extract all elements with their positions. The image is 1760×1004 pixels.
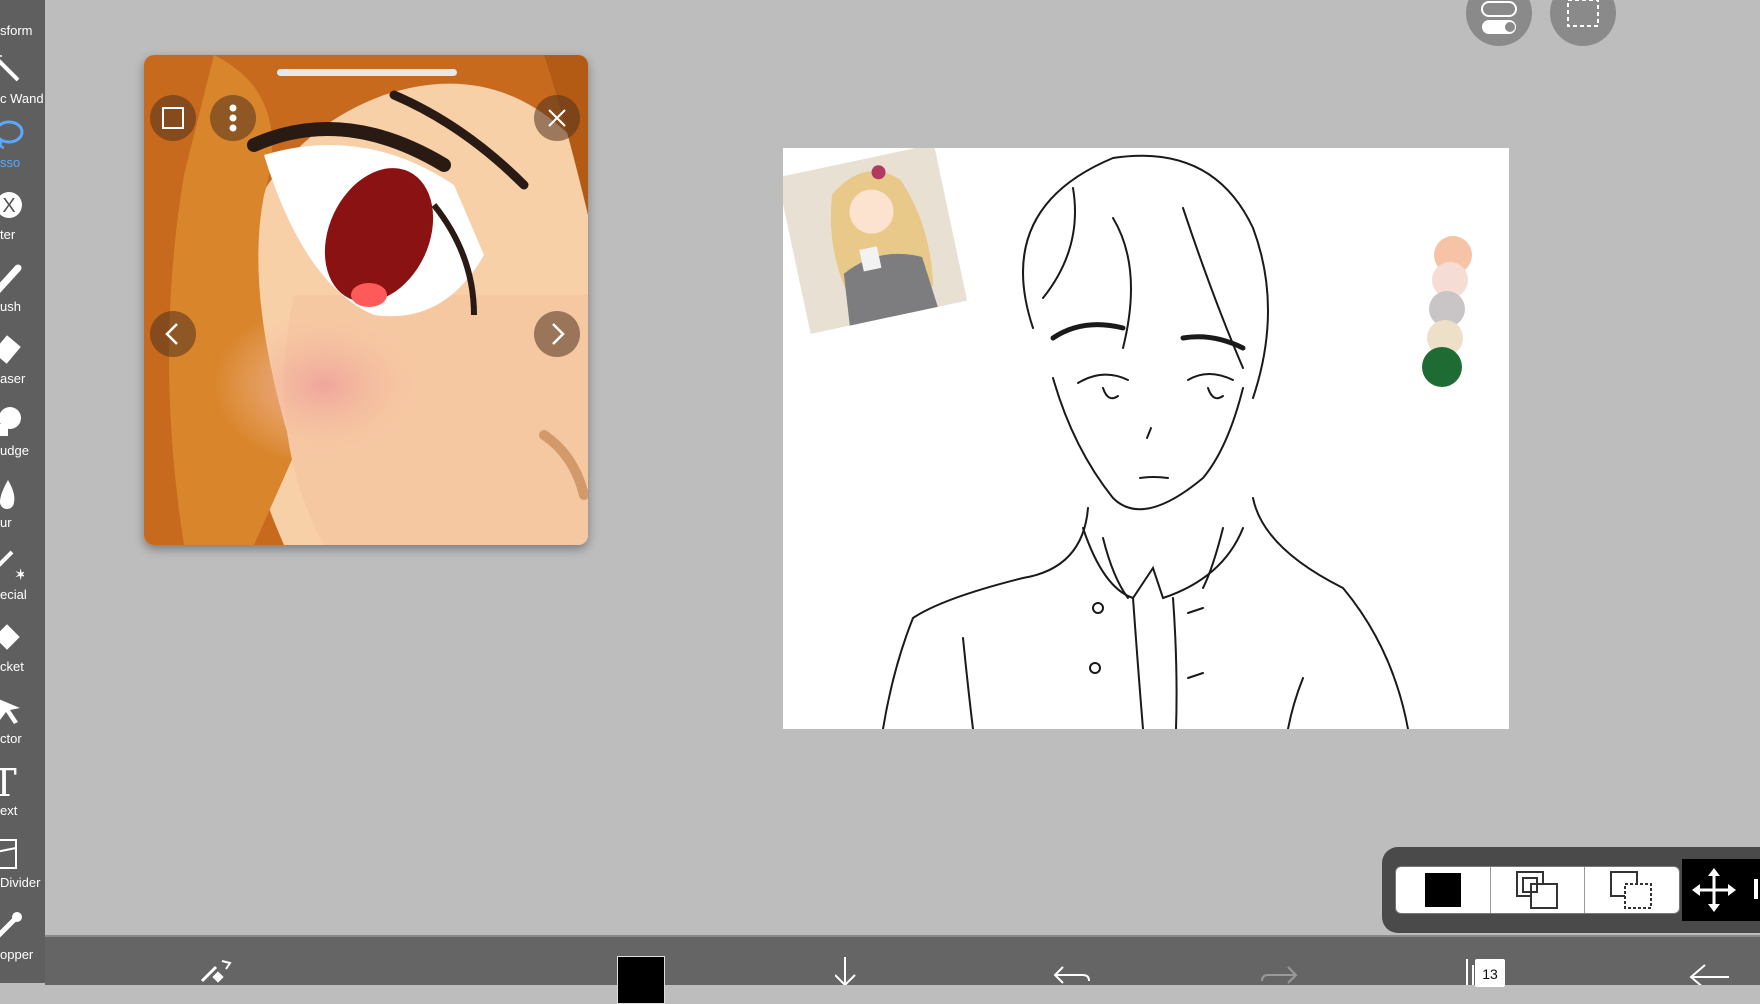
palette-dot-5: [1422, 347, 1462, 387]
mode-subtract-button[interactable]: [1584, 867, 1678, 913]
more-options-icon: [229, 104, 237, 132]
eraser-icon: [0, 335, 21, 364]
arrow-down-icon: [835, 957, 856, 985]
tool-label: ecial: [0, 587, 27, 602]
toggle-icon: [1481, 1, 1517, 34]
brush-settings-icon: [200, 960, 232, 983]
tool-bucket[interactable]: cket: [0, 618, 45, 690]
bottom-bar: 13: [45, 935, 1760, 1004]
back-button[interactable]: [1685, 937, 1745, 985]
tool-vector[interactable]: ctor: [0, 690, 45, 762]
close-button[interactable]: [534, 95, 580, 141]
svg-text:X: X: [2, 195, 15, 217]
tool-label: sform: [0, 23, 33, 38]
normal-mode-icon: [1425, 873, 1461, 907]
redo-button[interactable]: [1260, 937, 1320, 985]
tool-blur[interactable]: ur: [0, 474, 45, 546]
tool-eraser[interactable]: aser: [0, 330, 45, 402]
selection-toggle-button[interactable]: [1550, 0, 1616, 46]
pasted-reference-image: [783, 148, 968, 334]
color-swatch-button[interactable]: [617, 956, 665, 1004]
previous-button[interactable]: [150, 311, 196, 357]
undo-button[interactable]: [1047, 937, 1107, 985]
tool-label: aser: [0, 371, 26, 386]
tool-label: ter: [0, 227, 16, 242]
arrow-left-icon: [1689, 964, 1729, 985]
next-button[interactable]: [534, 311, 580, 357]
more-options-button[interactable]: [210, 95, 256, 141]
tool-label: opper: [0, 947, 34, 962]
svg-text:✶: ✶: [14, 565, 24, 582]
brush-settings-button[interactable]: [190, 937, 250, 985]
tool-filter[interactable]: X ter: [0, 186, 45, 258]
text-icon: T: [0, 766, 17, 798]
close-icon: [548, 109, 566, 127]
tool-transform[interactable]: sform: [0, 0, 45, 54]
tool-label: ext: [0, 803, 18, 818]
tool-label: ur: [0, 515, 12, 530]
canvas-artwork: [783, 148, 1472, 729]
toggle-button[interactable]: [1466, 0, 1532, 46]
lasso-icon: [0, 120, 24, 150]
vector-icon: [0, 699, 20, 724]
move-icon: [1692, 868, 1758, 912]
blur-icon: [0, 480, 15, 509]
frame-divider-icon: [0, 839, 17, 869]
smudge-icon: [0, 407, 21, 436]
special-icon: ✶: [0, 550, 24, 582]
move-button[interactable]: [1682, 859, 1760, 921]
tool-label: cket: [0, 659, 24, 674]
selection-mode-bar: [1382, 847, 1760, 933]
tool-smudge[interactable]: udge: [0, 402, 45, 474]
undo-icon: [1053, 966, 1090, 984]
eyedropper-icon: [0, 912, 22, 938]
tool-text[interactable]: T ext: [0, 762, 45, 834]
fit-icon: [162, 107, 184, 129]
next-icon: [552, 323, 565, 345]
subtract-mode-icon: [1610, 871, 1652, 909]
tool-eyedropper[interactable]: opper: [0, 906, 45, 978]
drag-handle[interactable]: [277, 69, 457, 76]
tool-label: ush: [0, 299, 21, 314]
add-mode-icon: [1516, 871, 1558, 909]
mode-add-button[interactable]: [1490, 867, 1585, 913]
tool-label: Divider: [0, 875, 41, 890]
magic-wand-icon: [0, 55, 20, 82]
tool-label: sso: [0, 155, 21, 170]
selection-icon: [1567, 0, 1599, 27]
fit-button[interactable]: [150, 95, 196, 141]
brush-icon: [0, 264, 22, 293]
tool-magic-wand[interactable]: c Wand: [0, 50, 45, 122]
mode-normal-button[interactable]: [1396, 867, 1491, 913]
left-toolbar: sform c Wand sso X ter ush aser udge ur …: [0, 0, 45, 983]
tool-brush[interactable]: ush: [0, 258, 45, 330]
mode-group: [1395, 866, 1680, 914]
redo-icon: [1261, 966, 1298, 984]
tool-lasso[interactable]: sso: [0, 114, 45, 186]
reference-viewer[interactable]: [144, 55, 588, 545]
tool-special[interactable]: ✶ ecial: [0, 546, 45, 618]
tool-label: c Wand: [0, 91, 44, 106]
drawing-canvas[interactable]: [783, 148, 1509, 729]
tool-frame-divider[interactable]: Divider: [0, 834, 45, 906]
bucket-icon: [0, 624, 20, 650]
previous-icon: [165, 323, 178, 345]
svg-text:T: T: [0, 766, 17, 798]
tool-label: ctor: [0, 731, 22, 746]
download-button[interactable]: [835, 937, 895, 985]
filter-icon: X: [0, 192, 22, 218]
tool-label: udge: [0, 443, 29, 458]
